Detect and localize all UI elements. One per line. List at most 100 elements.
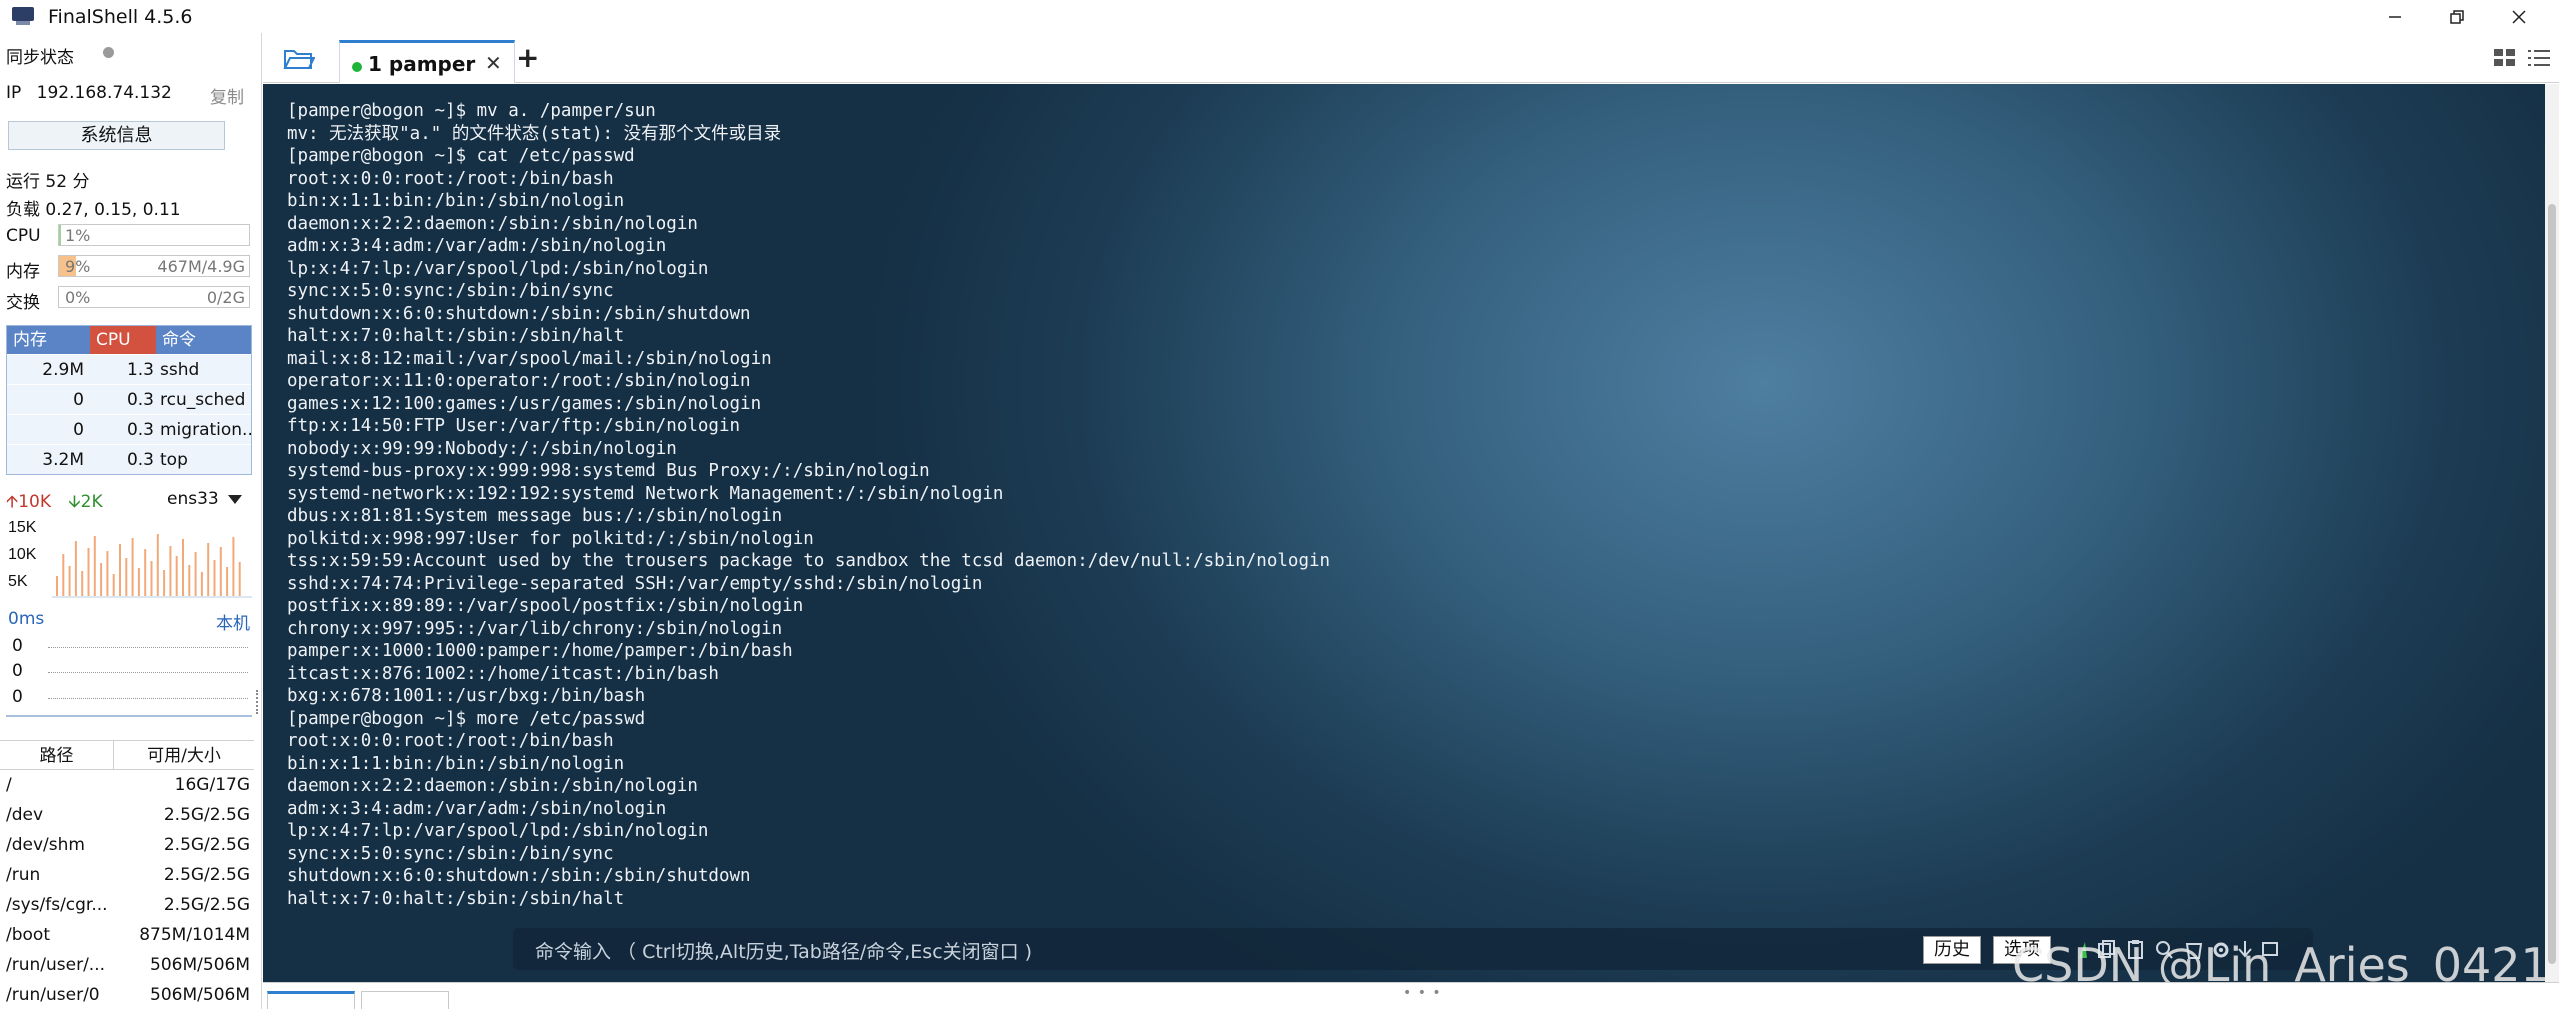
cpu-meter-fill xyxy=(59,225,61,245)
disk-col-size[interactable]: 可用/大小 xyxy=(114,741,254,769)
net-bar xyxy=(200,572,203,596)
net-bar xyxy=(175,556,178,596)
disk-path: /dev xyxy=(6,805,44,825)
swap-label: 交换 xyxy=(6,293,40,313)
net-bar xyxy=(219,547,222,596)
process-table: 内存 CPU 命令 2.9M 1.3 sshd 0 0.3 rcu_sched … xyxy=(6,325,252,475)
terminal-line: games:x:12:100:games:/usr/games:/sbin/no… xyxy=(287,393,762,414)
interface-select[interactable]: ens33 xyxy=(167,489,219,509)
system-info-button[interactable]: 系统信息 xyxy=(8,121,225,150)
net-bar xyxy=(226,567,229,596)
proc-col-cpu[interactable]: CPU xyxy=(90,326,156,354)
panel-resize-handle[interactable]: • • • xyxy=(1403,985,1442,1001)
process-row[interactable]: 0 0.3 migration.. xyxy=(7,414,251,444)
net-bar xyxy=(112,574,115,596)
latency-gridline xyxy=(48,647,248,648)
disk-row[interactable]: /sys/fs/cgr... 2.5G/2.5G xyxy=(0,890,254,920)
terminal-line: ftp:x:14:50:FTP User:/var/ftp:/sbin/nolo… xyxy=(287,416,741,436)
terminal-line: systemd-bus-proxy:x:999:998:systemd Bus … xyxy=(287,461,930,481)
net-bar xyxy=(156,534,159,596)
net-bar xyxy=(194,552,197,596)
terminal-text: [pamper@bogon ~]$ mv a. /pamper/sun mv: 无… xyxy=(287,100,1330,910)
terminal-line: pamper:x:1000:1000:pamper:/home/pamper:/… xyxy=(287,641,793,661)
disk-row[interactable]: / 16G/17G xyxy=(0,770,254,800)
proc-col-cmd[interactable]: 命令 xyxy=(156,326,251,354)
net-bar xyxy=(188,565,191,596)
terminal-line: root:x:0:0:root:/root:/bin/bash xyxy=(287,731,614,751)
close-icon xyxy=(2512,9,2526,24)
net-bar xyxy=(207,543,210,596)
tab-session-1[interactable]: 1 pamper ✕ xyxy=(339,40,515,83)
menu-icon[interactable] xyxy=(2527,47,2551,69)
disk-size: 2.5G/2.5G xyxy=(163,895,250,915)
scrollbar-thumb[interactable] xyxy=(2548,204,2556,964)
minimize-button[interactable] xyxy=(2364,0,2426,33)
terminal-line: root:x:0:0:root:/root:/bin/bash xyxy=(287,168,614,189)
net-bar xyxy=(93,536,96,596)
latency-value: 0ms xyxy=(8,609,45,629)
latency-divider xyxy=(6,715,252,717)
disk-col-path[interactable]: 路径 xyxy=(0,741,114,769)
proc-cpu: 0.3 xyxy=(126,420,154,440)
command-input-placeholder[interactable]: 命令输入 （ Ctrl切换,Alt历史,Tab路径/命令,Esc关闭窗口 ) xyxy=(535,937,1032,964)
terminal-output[interactable]: [pamper@bogon ~]$ mv a. /pamper/sun mv: 无… xyxy=(263,84,2545,982)
tab-close-icon[interactable]: ✕ xyxy=(485,51,502,75)
net-y-label: 5K xyxy=(8,573,28,590)
chevron-down-icon[interactable] xyxy=(228,495,242,504)
process-row[interactable]: 3.2M 0.3 top xyxy=(7,444,251,474)
disk-row[interactable]: /run/user/0 506M/506M xyxy=(0,980,254,1009)
ip-value: 192.168.74.132 xyxy=(36,83,172,103)
terminal-line: adm:x:3:4:adm:/var/adm:/sbin/nologin xyxy=(287,798,667,819)
proc-cmd: migration.. xyxy=(160,420,251,440)
net-bar xyxy=(169,546,172,596)
terminal-line: adm:x:3:4:adm:/var/adm:/sbin/nologin xyxy=(287,236,667,256)
disk-row[interactable]: /run/user/... 506M/506M xyxy=(0,950,254,980)
folder-icon[interactable] xyxy=(283,47,315,71)
bottom-tab[interactable] xyxy=(361,991,449,1009)
restore-button[interactable] xyxy=(2426,0,2488,33)
disk-path: /run xyxy=(6,865,41,885)
proc-col-mem[interactable]: 内存 xyxy=(7,326,90,354)
load-text: 负载 0.27, 0.15, 0.11 xyxy=(6,200,181,220)
net-bar xyxy=(87,548,90,596)
ip-row: IP 192.168.74.132 xyxy=(6,83,172,103)
download-arrow-icon: 🡫 xyxy=(68,492,81,512)
sidebar-splitter-handle[interactable] xyxy=(256,690,260,714)
bottom-tab-active[interactable] xyxy=(267,991,355,1009)
terminal-line: dbus:x:81:81:System message bus:/:/sbin/… xyxy=(287,506,783,526)
latency-row: 0 xyxy=(12,687,23,707)
net-bar xyxy=(238,562,241,596)
latency-target[interactable]: 本机 xyxy=(216,609,250,634)
download-speed: 2K xyxy=(80,492,103,512)
terminal-line: bxg:x:678:1001::/usr/bxg:/bin/bash xyxy=(287,686,646,706)
terminal-line: nobody:x:99:99:Nobody:/:/sbin/nologin xyxy=(287,438,677,459)
history-button[interactable]: 历史 xyxy=(1923,936,1981,964)
disk-row[interactable]: /boot 875M/1014M xyxy=(0,920,254,950)
disk-row[interactable]: /dev/shm 2.5G/2.5G xyxy=(0,830,254,860)
net-bar xyxy=(119,544,121,596)
proc-cmd: rcu_sched xyxy=(160,390,246,410)
tab-label: 1 pamper xyxy=(368,52,476,76)
process-row[interactable]: 2.9M 1.3 sshd xyxy=(7,354,251,384)
uptime-text: 运行 52 分 xyxy=(6,172,90,192)
disk-size: 506M/506M xyxy=(150,985,250,1005)
layout-grid-icon[interactable] xyxy=(2493,47,2517,69)
net-bar xyxy=(144,549,147,596)
latency-row: 0 xyxy=(12,636,23,656)
terminal-scrollbar[interactable] xyxy=(2545,84,2559,982)
swap-amount: 0/2G xyxy=(206,288,245,307)
net-y-label: 10K xyxy=(8,546,37,563)
net-bar xyxy=(56,576,58,596)
disk-row[interactable]: /run 2.5G/2.5G xyxy=(0,860,254,890)
proc-cpu: 1.3 xyxy=(126,360,154,380)
terminal-line: itcast:x:876:1002::/home/itcast:/bin/bas… xyxy=(287,663,719,684)
disk-row[interactable]: /dev 2.5G/2.5G xyxy=(0,800,254,830)
process-row[interactable]: 0 0.3 rcu_sched xyxy=(7,384,251,414)
cpu-label: CPU xyxy=(6,226,41,246)
latency-gridline xyxy=(48,672,248,673)
add-tab-icon[interactable]: + xyxy=(516,41,539,74)
close-button[interactable] xyxy=(2488,0,2550,33)
terminal-line: halt:x:7:0:halt:/sbin:/sbin/halt xyxy=(287,888,625,909)
proc-mem: 0 xyxy=(73,420,84,440)
copy-ip-link[interactable]: 复制 xyxy=(210,83,244,108)
